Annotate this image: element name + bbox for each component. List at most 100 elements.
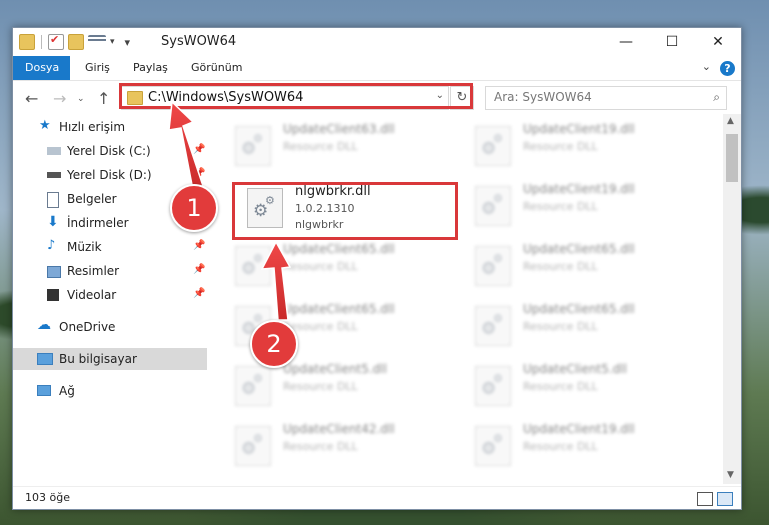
file-name: UpdateClient19.dll [523, 182, 635, 196]
sidebar-item-videos[interactable]: Videolar 📌 [13, 284, 207, 306]
search-icon: ⌕ [713, 90, 720, 104]
ribbon-tabs: Dosya Giriş Paylaş Görünüm ⌄ ? [13, 56, 741, 81]
pin-icon[interactable]: 📌 [193, 264, 205, 275]
sidebar-item-label: Resimler [67, 264, 120, 278]
new-folder-icon[interactable] [68, 34, 84, 50]
maximize-button[interactable]: ☐ [649, 28, 695, 56]
list-item[interactable]: ⚙ ⚙ UpdateClient42.dll Resource DLL [235, 422, 455, 474]
explorer-window: ▾ ▾ SysWOW64 — ☐ ✕ Dosya Giriş Paylaş Gö… [12, 27, 742, 510]
up-arrow-icon[interactable]: ↑ [97, 89, 110, 108]
pin-icon[interactable]: 📌 [193, 288, 205, 299]
sidebar-item-pictures[interactable]: Resimler 📌 [13, 260, 207, 282]
ribbon-expand-icon[interactable]: ⌄ [702, 60, 711, 73]
back-arrow-icon[interactable]: ← [25, 89, 38, 108]
navigation-pane: ★ Hızlı erişim Yerel Disk (C:) 📌 Yerel D… [13, 114, 207, 484]
properties-check-icon[interactable] [48, 33, 64, 50]
sidebar-item-label: Hızlı erişim [59, 120, 126, 134]
sidebar-item-label: Videolar [67, 288, 117, 302]
tab-home[interactable]: Giriş [73, 56, 122, 80]
forward-arrow-icon[interactable]: → [53, 89, 66, 108]
quick-access-toolbar: ▾ ▾ [19, 33, 131, 50]
tab-share[interactable]: Paylaş [121, 56, 180, 80]
file-name: UpdateClient65.dll [283, 302, 395, 316]
step-one-badge: 1 [170, 184, 218, 232]
file-description: Resource DLL [283, 140, 358, 153]
list-item[interactable]: ⚙ ⚙ UpdateClient19.dll Resource DLL [475, 422, 695, 474]
pictures-icon [47, 266, 61, 278]
sidebar-item-disk-c[interactable]: Yerel Disk (C:) 📌 [13, 140, 207, 162]
sidebar-item-quick-access[interactable]: ★ Hızlı erişim [13, 116, 207, 138]
file-name: UpdateClient65.dll [523, 302, 635, 316]
recent-chevron-icon[interactable]: ⌄ [77, 94, 85, 104]
file-description: Resource DLL [523, 260, 598, 273]
file-description: Resource DLL [523, 320, 598, 333]
list-item[interactable]: ⚙ ⚙ UpdateClient19.dll Resource DLL [475, 182, 695, 234]
status-bar: 103 öğe [13, 486, 741, 509]
dll-file-icon: ⚙ ⚙ [235, 366, 271, 406]
sidebar-item-music[interactable]: ♪ Müzik 📌 [13, 236, 207, 258]
tab-file[interactable]: Dosya [13, 56, 70, 80]
download-icon: ⬇ [47, 214, 59, 230]
computer-icon [37, 353, 53, 365]
vertical-scrollbar[interactable]: ▲ ▼ [723, 114, 741, 484]
tab-view[interactable]: Görünüm [179, 56, 254, 80]
properties-icon[interactable] [88, 35, 106, 49]
file-name: UpdateClient19.dll [523, 122, 635, 136]
title-bar: ▾ ▾ SysWOW64 — ☐ ✕ [13, 28, 741, 56]
window-title: SysWOW64 [161, 34, 237, 49]
cloud-icon: ☁ [37, 317, 51, 333]
list-item[interactable]: ⚙ ⚙ UpdateClient65.dll Resource DLL [235, 242, 455, 294]
list-item[interactable]: ⚙ ⚙ UpdateClient5.dll Resource DLL [475, 362, 695, 414]
videos-icon [47, 289, 59, 301]
list-item[interactable]: ⚙ ⚙ UpdateClient19.dll Resource DLL [475, 122, 695, 174]
list-item[interactable]: ⚙ ⚙ UpdateClient65.dll Resource DLL [475, 302, 695, 354]
sidebar-item-label: Belgeler [67, 192, 117, 206]
minimize-button[interactable]: — [603, 28, 649, 56]
details-view-icon[interactable] [697, 492, 713, 506]
dll-file-icon: ⚙ ⚙ [475, 186, 511, 226]
file-name: UpdateClient19.dll [523, 422, 635, 436]
qat-dropdown-icon[interactable]: ▾ [125, 36, 131, 49]
scroll-down-icon[interactable]: ▼ [727, 470, 734, 480]
star-icon: ★ [39, 118, 51, 133]
step-two-badge: 2 [250, 320, 298, 368]
dll-file-icon: ⚙ ⚙ [235, 426, 271, 466]
scroll-up-icon[interactable]: ▲ [727, 116, 734, 126]
item-count: 103 öğe [25, 491, 70, 504]
file-name: UpdateClient65.dll [523, 242, 635, 256]
dll-file-icon: ⚙ ⚙ [235, 126, 271, 166]
list-item[interactable]: ⚙ ⚙ UpdateClient65.dll Resource DLL [475, 242, 695, 294]
sidebar-item-network[interactable]: Ağ [13, 380, 207, 402]
pin-icon[interactable]: 📌 [193, 144, 205, 155]
file-description: Resource DLL [523, 440, 598, 453]
scrollbar-thumb[interactable] [726, 134, 738, 182]
sidebar-item-label: Müzik [67, 240, 102, 254]
sidebar-item-label: OneDrive [59, 320, 116, 334]
sidebar-item-disk-d[interactable]: Yerel Disk (D:) 📌 [13, 164, 207, 186]
dll-file-icon: ⚙ ⚙ [475, 366, 511, 406]
sidebar-item-label: Bu bilgisayar [59, 352, 137, 366]
customize-toolbar-icon[interactable]: ▾ [110, 37, 115, 47]
network-icon [37, 385, 51, 396]
search-placeholder: Ara: SysWOW64 [494, 90, 592, 104]
file-list: ⚙ ⚙ UpdateClient63.dll Resource DLL ⚙ ⚙ Up… [223, 114, 723, 484]
large-icons-view-icon[interactable] [717, 492, 733, 506]
sidebar-item-label: İndirmeler [67, 216, 129, 230]
address-highlight-box [119, 83, 473, 109]
sidebar-item-this-pc[interactable]: Bu bilgisayar [13, 348, 207, 370]
close-button[interactable]: ✕ [695, 28, 741, 56]
music-icon: ♪ [47, 238, 56, 253]
window-controls: — ☐ ✕ [603, 28, 741, 56]
list-item[interactable]: ⚙ ⚙ UpdateClient63.dll Resource DLL [235, 122, 455, 174]
help-icon[interactable]: ? [720, 61, 735, 76]
folder-icon [19, 34, 35, 50]
sidebar-item-label: Ağ [59, 384, 75, 398]
pin-icon[interactable]: 📌 [193, 168, 205, 179]
pin-icon[interactable]: 📌 [193, 240, 205, 251]
list-item[interactable]: ⚙ ⚙ UpdateClient5.dll Resource DLL [235, 362, 455, 414]
dll-file-icon: ⚙ ⚙ [475, 426, 511, 466]
dll-file-icon: ⚙ ⚙ [235, 246, 271, 286]
file-name: UpdateClient5.dll [283, 362, 387, 376]
search-box[interactable]: Ara: SysWOW64 ⌕ [485, 86, 727, 110]
sidebar-item-onedrive[interactable]: ☁ OneDrive [13, 316, 207, 338]
